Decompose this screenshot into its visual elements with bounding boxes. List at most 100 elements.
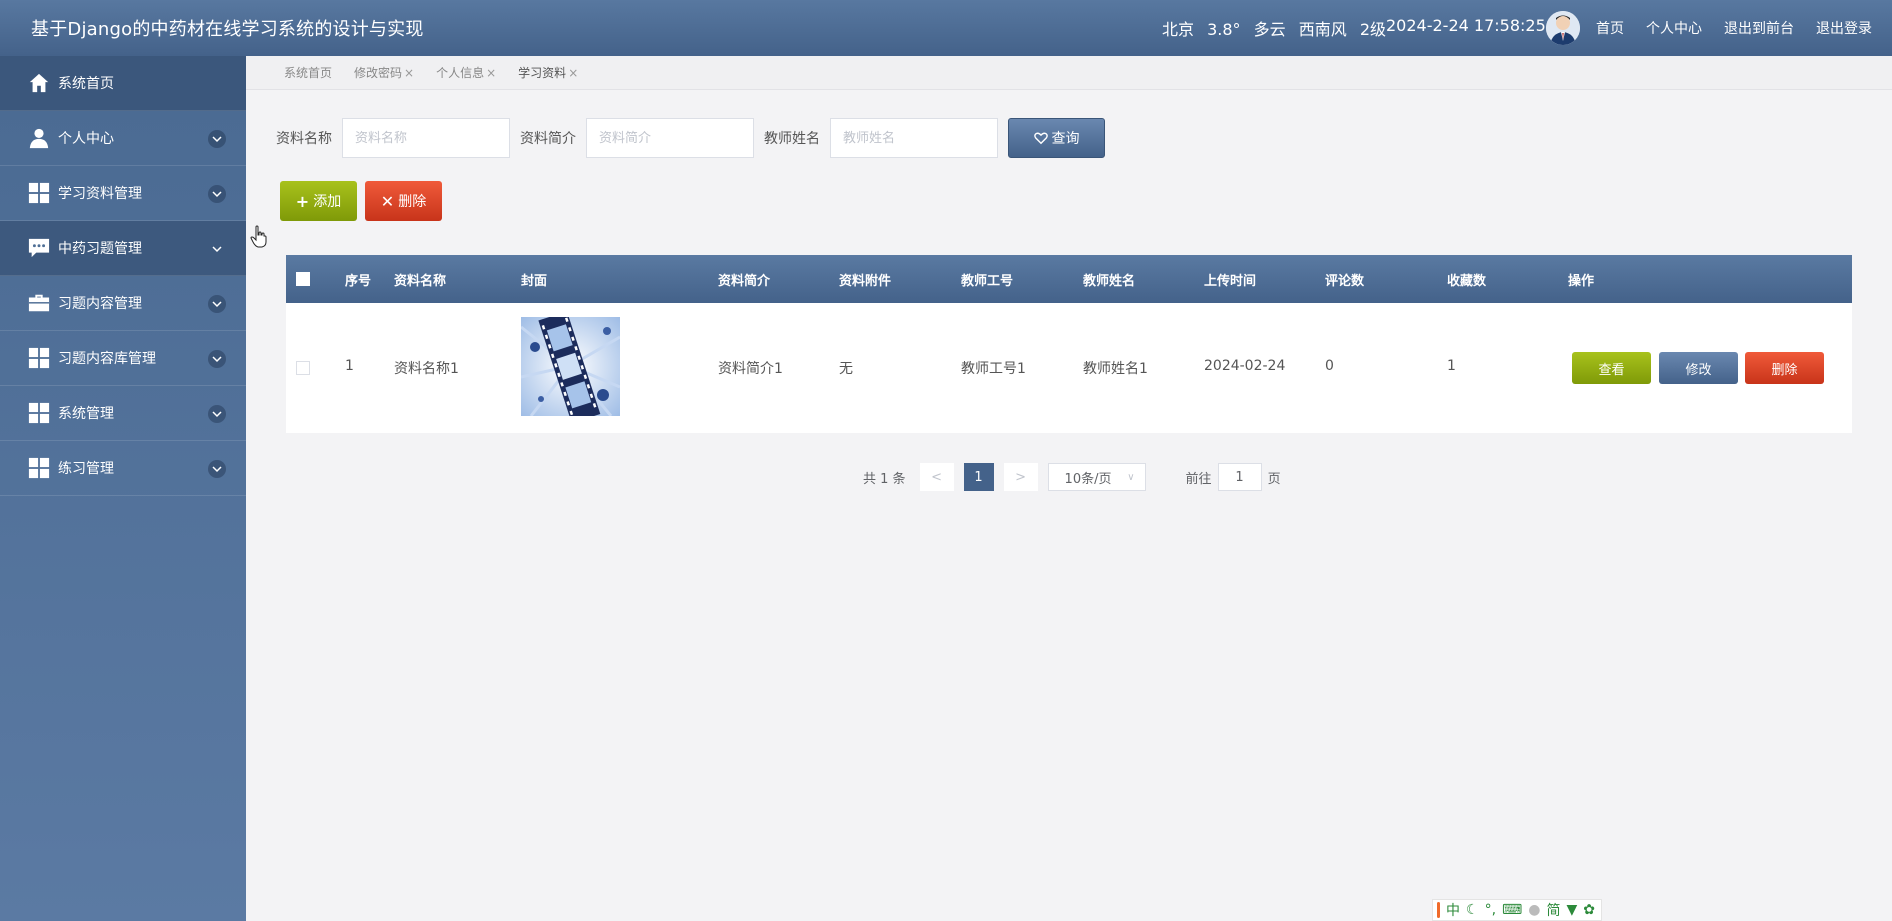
- cover-image[interactable]: [521, 317, 620, 416]
- add-button[interactable]: + 添加: [280, 181, 357, 221]
- col-teacher-name: 教师姓名: [1083, 274, 1136, 289]
- cell-teacher-id: 教师工号1: [961, 361, 1026, 377]
- close-icon[interactable]: ×: [486, 66, 496, 80]
- sidebar-item-materials[interactable]: 学习资料管理: [0, 166, 246, 221]
- cell-favorites: 1: [1447, 358, 1456, 374]
- ime-logo-icon: [1437, 902, 1441, 918]
- search-name-label: 资料名称: [276, 131, 332, 147]
- col-intro: 资料简介: [718, 274, 771, 289]
- chat-icon: [28, 237, 50, 259]
- materials-table: 序号 资料名称 封面 资料简介 资料附件 教师工号 教师姓名 上传时间 评论数 …: [286, 255, 1852, 433]
- prev-page-button[interactable]: <: [919, 463, 954, 491]
- ime-simplified[interactable]: 简: [1546, 900, 1560, 920]
- col-attachment: 资料附件: [839, 274, 892, 289]
- tab-change-password[interactable]: 修改密码 ×: [354, 64, 414, 81]
- nav-logout-link[interactable]: 退出登录: [1816, 18, 1872, 38]
- sidebar-item-label: 个人中心: [58, 131, 114, 147]
- tab-strip: 系统首页 修改密码 × 个人信息 × 学习资料 ×: [246, 56, 1892, 90]
- weather-level: 2级: [1359, 20, 1387, 39]
- col-comments: 评论数: [1325, 274, 1365, 289]
- chevron-down-icon[interactable]: [208, 185, 226, 203]
- chevron-down-icon[interactable]: [208, 460, 226, 478]
- cell-comments: 0: [1325, 358, 1334, 374]
- table-header: 序号 资料名称 封面 资料简介 资料附件 教师工号 教师姓名 上传时间 评论数 …: [286, 255, 1852, 303]
- page-number-current[interactable]: 1: [963, 463, 994, 491]
- grid-icon: [28, 182, 50, 204]
- weather-condition: 多云: [1253, 20, 1286, 39]
- col-name: 资料名称: [394, 274, 447, 289]
- sidebar-item-exercises[interactable]: 中药习题管理: [0, 221, 246, 276]
- heart-icon: [1033, 132, 1048, 145]
- row-checkbox[interactable]: [296, 361, 310, 375]
- page-jump-input[interactable]: [1217, 463, 1262, 491]
- chevron-down-icon[interactable]: [208, 130, 226, 148]
- sidebar: 系统首页 个人中心 学习资料管理 中药习题管理 习题内容管理 习题内容库管理 系…: [0, 56, 246, 921]
- sidebar-item-label: 中药习题管理: [58, 241, 142, 257]
- chevron-down-icon[interactable]: [208, 295, 226, 313]
- search-teacher-label: 教师姓名: [764, 131, 820, 147]
- chevron-down-icon[interactable]: [208, 240, 226, 258]
- cell-upload-time: 2024-02-24: [1204, 358, 1286, 374]
- action-bar: + 添加 ✕ 删除: [280, 181, 442, 221]
- weather-city: 北京: [1162, 20, 1195, 39]
- search-teacher-input[interactable]: [830, 118, 998, 158]
- col-index: 序号: [345, 274, 372, 289]
- tab-home[interactable]: 系统首页: [284, 64, 332, 81]
- chevron-down-icon[interactable]: [208, 350, 226, 368]
- sidebar-item-exercise-content[interactable]: 习题内容管理: [0, 276, 246, 331]
- close-icon[interactable]: ×: [568, 66, 578, 80]
- sidebar-item-label: 学习资料管理: [58, 186, 142, 202]
- col-favorites: 收藏数: [1447, 274, 1487, 289]
- select-all-checkbox[interactable]: [296, 272, 310, 286]
- nav-profile-link[interactable]: 个人中心: [1646, 18, 1702, 38]
- ime-mode[interactable]: 中: [1446, 900, 1460, 920]
- user-icon[interactable]: ●: [1528, 902, 1540, 918]
- next-page-button[interactable]: >: [1003, 463, 1038, 491]
- sidebar-item-label: 习题内容管理: [58, 296, 142, 312]
- sidebar-item-label: 练习管理: [58, 461, 114, 477]
- sidebar-item-label: 习题内容库管理: [58, 351, 156, 367]
- page-jumper: 前往 页: [1186, 463, 1281, 491]
- edit-button[interactable]: 修改: [1659, 352, 1738, 384]
- user-icon: [28, 127, 50, 149]
- moon-icon[interactable]: ☾: [1466, 902, 1479, 918]
- gear-icon[interactable]: ✿: [1583, 902, 1595, 918]
- chevron-down-icon[interactable]: [208, 405, 226, 423]
- delete-button[interactable]: 删除: [1745, 352, 1824, 384]
- batch-delete-button[interactable]: ✕ 删除: [365, 181, 442, 221]
- keyboard-icon[interactable]: ⌨: [1502, 902, 1522, 918]
- col-cover: 封面: [521, 274, 548, 289]
- page-size-select[interactable]: 10条/页 ∨: [1047, 463, 1146, 491]
- view-button[interactable]: 查看: [1572, 352, 1651, 384]
- search-name-input[interactable]: [342, 118, 510, 158]
- pagination-total: 共 1 条: [863, 471, 906, 487]
- tab-profile[interactable]: 个人信息 ×: [436, 64, 496, 81]
- query-button[interactable]: 查询: [1008, 118, 1105, 158]
- avatar[interactable]: [1546, 11, 1580, 45]
- col-operations: 操作: [1568, 274, 1595, 289]
- cell-teacher-name: 教师姓名1: [1083, 361, 1148, 377]
- sidebar-item-practice[interactable]: 练习管理: [0, 441, 246, 496]
- top-nav: 首页 个人中心 退出到前台 退出登录: [1596, 18, 1892, 38]
- app-title: 基于Django的中药材在线学习系统的设计与实现: [31, 19, 424, 40]
- punctuation-icon[interactable]: °,: [1485, 902, 1496, 918]
- skin-icon[interactable]: ▼: [1566, 902, 1577, 918]
- header-datetime: 2024-2-24 17:58:25: [1386, 16, 1546, 35]
- grid-icon: [28, 347, 50, 369]
- top-header: 基于Django的中药材在线学习系统的设计与实现 北京 3.8° 多云 西南风 …: [0, 0, 1892, 56]
- film-reel-icon: [521, 317, 620, 416]
- sidebar-item-profile[interactable]: 个人中心: [0, 111, 246, 166]
- sidebar-item-exercise-bank[interactable]: 习题内容库管理: [0, 331, 246, 386]
- ime-toolbar: 中 ☾ °, ⌨ ● 简 ▼ ✿: [1432, 899, 1602, 921]
- sidebar-item-label: 系统管理: [58, 406, 114, 422]
- tab-materials[interactable]: 学习资料 ×: [518, 64, 578, 81]
- sidebar-item-system[interactable]: 系统管理: [0, 386, 246, 441]
- sidebar-item-home[interactable]: 系统首页: [0, 56, 246, 111]
- nav-home-link[interactable]: 首页: [1596, 18, 1624, 38]
- nav-frontend-link[interactable]: 退出到前台: [1724, 18, 1794, 38]
- table-row: 1 资料名称1 资料简介1 无 教师工号1 教师姓名1 2024-02-24 0…: [286, 303, 1852, 433]
- search-intro-label: 资料简介: [520, 131, 576, 147]
- search-intro-input[interactable]: [586, 118, 754, 158]
- search-form: 资料名称 资料简介 教师姓名 查询: [276, 118, 1105, 158]
- close-icon[interactable]: ×: [404, 66, 414, 80]
